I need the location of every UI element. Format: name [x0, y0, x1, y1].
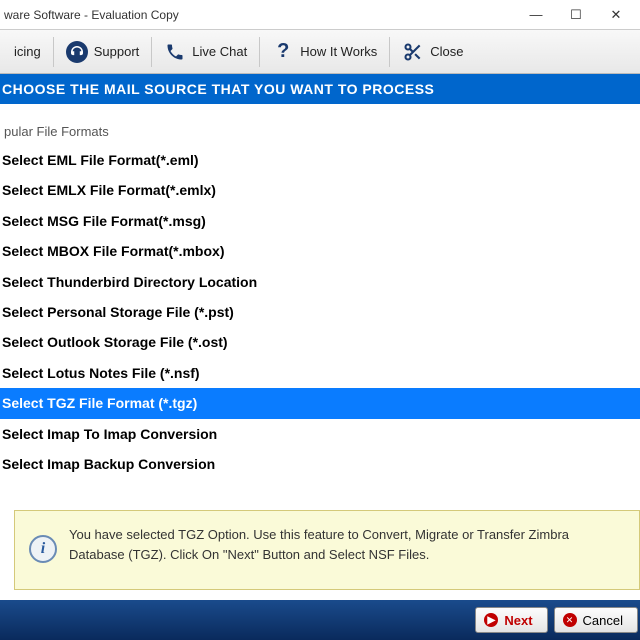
format-option-mbox[interactable]: Select MBOX File Format(*.mbox) [0, 236, 640, 266]
format-option-ost[interactable]: Select Outlook Storage File (*.ost) [0, 327, 640, 357]
toolbar: icing Support Live Chat ? How It Works C… [0, 30, 640, 74]
format-option-emlx[interactable]: Select EMLX File Format(*.emlx) [0, 175, 640, 205]
pricing-button[interactable]: icing [4, 40, 51, 63]
format-option-msg[interactable]: Select MSG File Format(*.msg) [0, 206, 640, 236]
phone-icon [164, 41, 186, 63]
howitworks-label: How It Works [300, 44, 377, 59]
wizard-banner: CHOOSE THE MAIL SOURCE THAT YOU WANT TO … [0, 74, 640, 104]
cancel-button[interactable]: ✕ Cancel [554, 607, 638, 633]
format-option-nsf[interactable]: Select Lotus Notes File (*.nsf) [0, 358, 640, 388]
cancel-icon: ✕ [563, 613, 577, 627]
section-title: pular File Formats [0, 104, 640, 145]
info-icon: i [29, 535, 57, 563]
livechat-button[interactable]: Live Chat [154, 37, 257, 67]
info-panel: i You have selected TGZ Option. Use this… [14, 510, 640, 590]
howitworks-button[interactable]: ? How It Works [262, 37, 387, 67]
window-title: ware Software - Evaluation Copy [4, 8, 516, 22]
cancel-label: Cancel [583, 613, 623, 628]
format-option-pst[interactable]: Select Personal Storage File (*.pst) [0, 297, 640, 327]
arrow-right-icon: ▶ [484, 613, 498, 627]
info-text: You have selected TGZ Option. Use this f… [69, 525, 625, 564]
separator [389, 37, 390, 67]
titlebar: ware Software - Evaluation Copy ― ☐ ✕ [0, 0, 640, 30]
support-button[interactable]: Support [56, 37, 150, 67]
format-option-eml[interactable]: Select EML File Format(*.eml) [0, 145, 640, 175]
close-button[interactable]: Close [392, 37, 473, 67]
format-list: Select EML File Format(*.eml) Select EML… [0, 145, 640, 479]
separator [151, 37, 152, 67]
format-option-thunderbird[interactable]: Select Thunderbird Directory Location [0, 267, 640, 297]
support-label: Support [94, 44, 140, 59]
scissors-icon [402, 41, 424, 63]
separator [259, 37, 260, 67]
format-option-imap-backup[interactable]: Select Imap Backup Conversion [0, 449, 640, 479]
wizard-footer: ▶ Next ✕ Cancel [0, 600, 640, 640]
close-label: Close [430, 44, 463, 59]
pricing-label: icing [14, 44, 41, 59]
close-window-button[interactable]: ✕ [596, 1, 636, 29]
window-controls: ― ☐ ✕ [516, 1, 636, 29]
next-button[interactable]: ▶ Next [475, 607, 547, 633]
format-option-tgz[interactable]: Select TGZ File Format (*.tgz) [0, 388, 640, 418]
format-option-imap-to-imap[interactable]: Select Imap To Imap Conversion [0, 419, 640, 449]
next-label: Next [504, 613, 532, 628]
minimize-button[interactable]: ― [516, 1, 556, 29]
maximize-button[interactable]: ☐ [556, 1, 596, 29]
question-icon: ? [272, 41, 294, 63]
livechat-label: Live Chat [192, 44, 247, 59]
separator [53, 37, 54, 67]
headset-icon [66, 41, 88, 63]
